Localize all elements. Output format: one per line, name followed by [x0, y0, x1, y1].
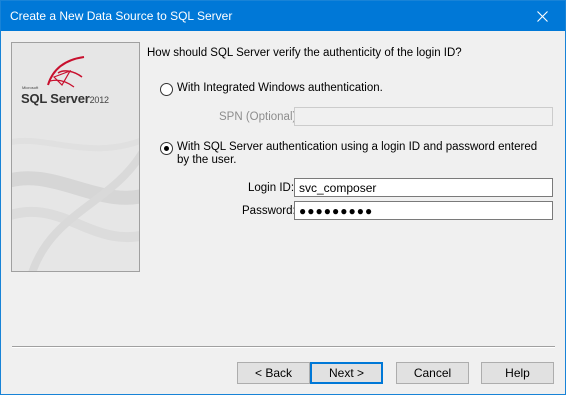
- spn-field[interactable]: [294, 107, 553, 126]
- logo-year: 2012: [89, 95, 109, 105]
- wizard-side-panel: Microsoft SQL Server2012: [11, 42, 140, 272]
- windows-auth-option[interactable]: With Integrated Windows authentication.: [160, 82, 383, 96]
- login-id-label: Login ID:: [248, 182, 295, 194]
- password-label: Password:: [242, 205, 296, 217]
- sql-server-logo-icon: [47, 56, 85, 88]
- next-button[interactable]: Next >: [310, 362, 383, 384]
- sql-auth-radio[interactable]: [160, 142, 173, 155]
- dialog-window: Create a New Data Source to SQL Server M…: [0, 0, 566, 395]
- sql-auth-option[interactable]: With SQL Server authentication using a l…: [160, 141, 550, 167]
- logo-product: SQL Server2012: [21, 91, 109, 106]
- back-button[interactable]: < Back: [237, 362, 310, 384]
- window-title: Create a New Data Source to SQL Server: [10, 9, 233, 23]
- logo-product-name: SQL Server: [21, 91, 90, 106]
- help-button[interactable]: Help: [481, 362, 554, 384]
- sql-server-logo: Microsoft SQL Server2012: [20, 55, 130, 115]
- close-icon: [536, 10, 548, 22]
- password-field[interactable]: ●●●●●●●●●: [294, 201, 553, 220]
- button-separator: [12, 346, 555, 348]
- auth-question: How should SQL Server verify the authent…: [147, 47, 462, 59]
- windows-auth-label: With Integrated Windows authentication.: [177, 82, 383, 94]
- login-id-field[interactable]: svc_composer: [294, 178, 553, 197]
- windows-auth-radio[interactable]: [160, 83, 173, 96]
- cancel-button[interactable]: Cancel: [396, 362, 469, 384]
- sql-auth-label: With SQL Server authentication using a l…: [177, 141, 538, 166]
- close-button[interactable]: [519, 1, 565, 31]
- title-bar[interactable]: Create a New Data Source to SQL Server: [1, 1, 565, 31]
- spn-label: SPN (Optional):: [219, 111, 300, 123]
- logo-company: Microsoft: [22, 85, 39, 90]
